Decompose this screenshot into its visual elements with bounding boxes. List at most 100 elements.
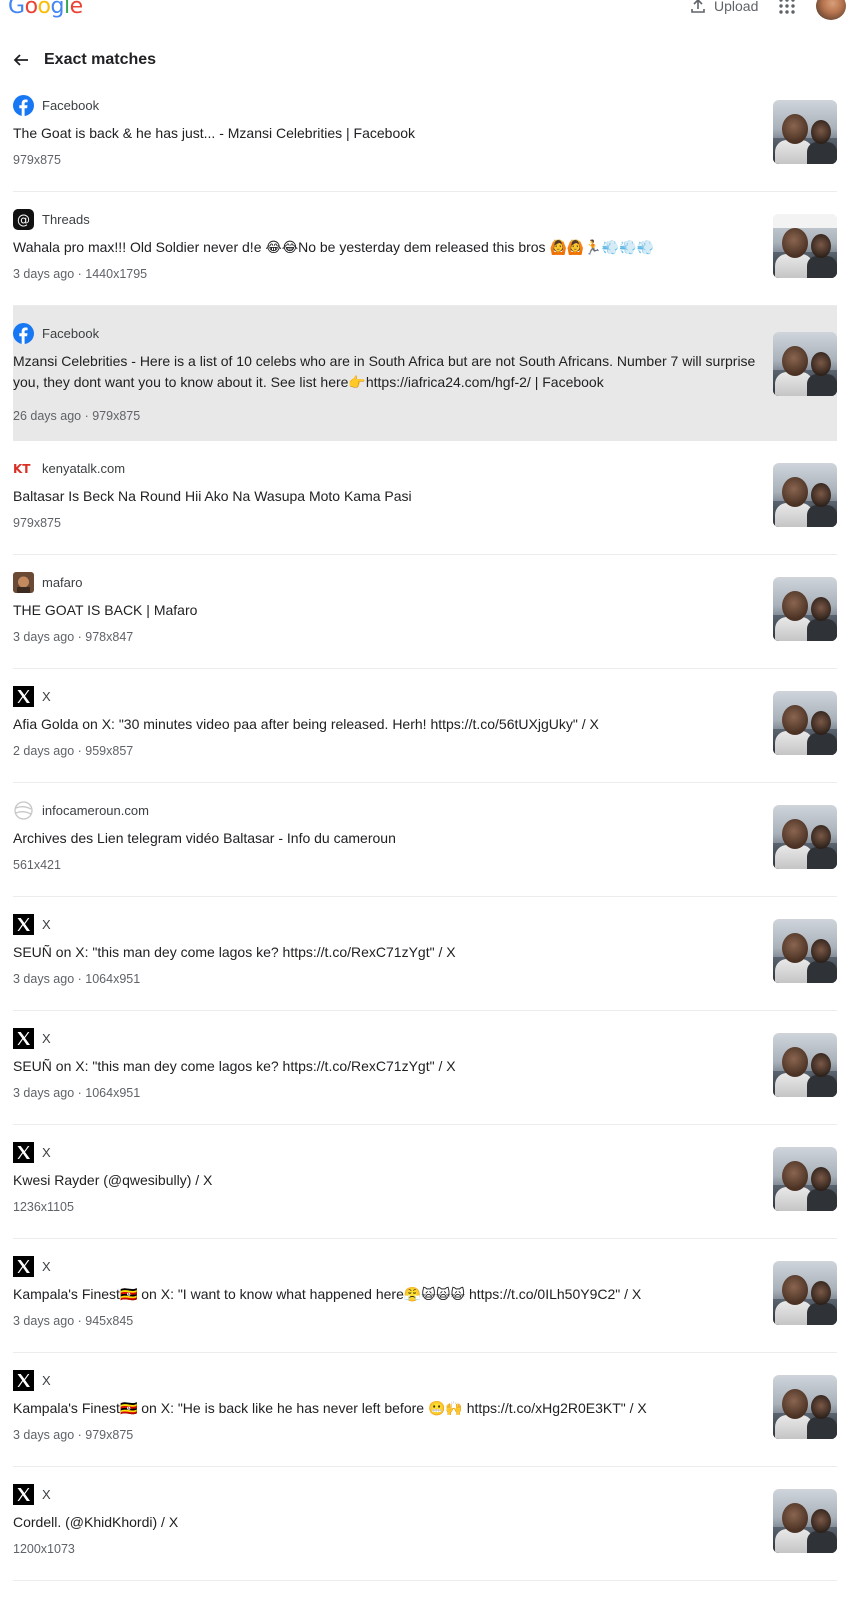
result-thumbnail[interactable] (773, 1375, 837, 1439)
result-thumbnail[interactable] (773, 919, 837, 983)
result-meta: 3 days ago · 1064x951 (13, 1086, 141, 1100)
result-title[interactable]: The Goat is back & he has just... - Mzan… (13, 123, 758, 144)
result-source[interactable]: X (13, 1255, 51, 1277)
result-meta: 2 days ago · 959x857 (13, 744, 134, 758)
source-name: kenyatalk.com (42, 460, 126, 476)
result-title[interactable]: Archives des Lien telegram vidéo Baltasa… (13, 828, 758, 849)
results-list: Facebook The Goat is back & he has just..… (0, 78, 867, 1581)
source-name: Threads (42, 211, 90, 227)
result-source[interactable]: Facebook (13, 94, 99, 116)
result-source[interactable]: X (13, 1483, 51, 1505)
result-meta: 1236x1105 (13, 1200, 74, 1214)
source-name: X (42, 1030, 51, 1046)
result-item[interactable]: X SEUÑ on X: "this man dey come lagos ke?… (0, 897, 867, 1011)
result-meta: 1200x1073 (13, 1542, 75, 1556)
results-header: Exact matches (12, 48, 156, 72)
apps-grid-icon[interactable] (778, 0, 796, 15)
result-thumbnail[interactable] (773, 332, 837, 396)
upload-label: Upload (714, 0, 759, 14)
result-thumbnail[interactable] (773, 1147, 837, 1211)
kenyatalk-icon: KT (13, 458, 34, 479)
result-item[interactable]: X Kampala's Finest🇺🇬 on X: "He is back li… (0, 1353, 867, 1467)
top-bar: Google Upload (0, 0, 867, 26)
result-source[interactable]: Facebook (13, 322, 99, 344)
source-name: infocameroun.com (42, 802, 149, 818)
x-icon (13, 685, 34, 707)
result-thumbnail[interactable] (773, 805, 837, 869)
x-icon (13, 1255, 34, 1277)
page-title: Exact matches (44, 51, 157, 68)
result-thumbnail[interactable] (773, 1261, 837, 1325)
back-arrow-icon[interactable] (12, 51, 30, 69)
result-meta: 3 days ago · 978x847 (13, 630, 134, 644)
result-title[interactable]: Baltasar Is Beck Na Round Hii Ako Na Was… (13, 486, 758, 507)
x-icon (13, 1369, 34, 1391)
mafaro-icon (13, 571, 34, 593)
result-item[interactable]: Facebook The Goat is back & he has just..… (0, 78, 867, 192)
result-title[interactable]: Kampala's Finest🇺🇬 on X: "He is back lik… (13, 1398, 758, 1419)
source-name: X (42, 1144, 51, 1160)
result-source[interactable]: X (13, 685, 51, 707)
x-icon (13, 1027, 34, 1049)
result-item[interactable]: X SEUÑ on X: "this man dey come lagos ke?… (0, 1011, 867, 1125)
result-source[interactable]: X (13, 913, 51, 935)
result-title[interactable]: Mzansi Celebrities - Here is a list of 1… (13, 351, 758, 393)
result-title[interactable]: Afia Golda on X: "30 minutes video paa a… (13, 714, 758, 735)
source-name: Facebook (42, 325, 100, 341)
threads-icon: @ (13, 208, 34, 230)
result-source[interactable]: X (13, 1369, 51, 1391)
result-source[interactable]: X (13, 1141, 51, 1163)
result-item[interactable]: X Cordell. (@KhidKhordi) / X 1200x1073 (0, 1467, 867, 1581)
result-title[interactable]: Wahala pro max!!! Old Soldier never d!e … (13, 237, 758, 258)
source-name: mafaro (42, 574, 83, 590)
result-source[interactable]: infocameroun.com (13, 799, 149, 821)
result-thumbnail[interactable] (773, 214, 837, 278)
thumbnail-caption-strip (773, 214, 837, 228)
result-item[interactable]: infocameroun.com Archives des Lien telegr… (0, 783, 867, 897)
result-meta: 26 days ago · 979x875 (13, 409, 141, 423)
divider (13, 1580, 837, 1581)
result-title[interactable]: Kwesi Rayder (@qwesibully) / X (13, 1170, 758, 1191)
result-title[interactable]: THE GOAT IS BACK | Mafaro (13, 600, 758, 621)
result-thumbnail[interactable] (773, 100, 837, 164)
result-thumbnail[interactable] (773, 463, 837, 527)
result-source[interactable]: mafaro (13, 571, 82, 593)
source-name: X (42, 688, 51, 704)
result-source[interactable]: X (13, 1027, 51, 1049)
result-item[interactable]: X Kampala's Finest🇺🇬 on X: "I want to kno… (0, 1239, 867, 1353)
result-item[interactable]: X Afia Golda on X: "30 minutes video paa … (0, 669, 867, 783)
account-avatar[interactable] (816, 0, 846, 20)
result-meta: 561x421 (13, 858, 61, 872)
svg-text:@: @ (17, 213, 30, 228)
result-item[interactable]: @ Threads Wahala pro max!!! Old Soldier ne… (0, 192, 867, 306)
source-name: X (42, 916, 51, 932)
source-name: X (42, 1372, 51, 1388)
source-name: X (42, 1486, 51, 1502)
facebook-icon (13, 322, 34, 344)
result-item[interactable]: Facebook Mzansi Celebrities - Here is a l… (0, 306, 867, 441)
google-logo[interactable]: Google (8, 0, 83, 19)
result-thumbnail[interactable] (773, 691, 837, 755)
result-title[interactable]: SEUÑ on X: "this man dey come lagos ke? … (13, 1056, 758, 1077)
result-meta: 3 days ago · 1064x951 (13, 972, 141, 986)
x-icon (13, 1141, 34, 1163)
upload-icon (691, 0, 705, 13)
result-title[interactable]: Kampala's Finest🇺🇬 on X: "I want to know… (13, 1284, 758, 1305)
upload-button[interactable]: Upload (690, 0, 758, 14)
result-title[interactable]: SEUÑ on X: "this man dey come lagos ke? … (13, 942, 758, 963)
result-thumbnail[interactable] (773, 1033, 837, 1097)
x-icon (13, 913, 34, 935)
result-thumbnail[interactable] (773, 1489, 837, 1553)
result-source[interactable]: KT kenyatalk.com (13, 457, 125, 479)
result-source[interactable]: @ Threads (13, 208, 90, 230)
result-item[interactable]: mafaro THE GOAT IS BACK | Mafaro 3 days ag… (0, 555, 867, 669)
result-meta: 3 days ago · 945x845 (13, 1314, 134, 1328)
result-meta: 3 days ago · 979x875 (13, 1428, 134, 1442)
facebook-icon (13, 94, 34, 116)
globe-icon (13, 800, 34, 821)
result-item[interactable]: X Kwesi Rayder (@qwesibully) / X 1236x1105 (0, 1125, 867, 1239)
result-item[interactable]: KT kenyatalk.com Baltasar Is Beck Na Round… (0, 441, 867, 555)
result-thumbnail[interactable] (773, 577, 837, 641)
result-title[interactable]: Cordell. (@KhidKhordi) / X (13, 1512, 758, 1533)
svg-text:KT: KT (13, 462, 31, 475)
